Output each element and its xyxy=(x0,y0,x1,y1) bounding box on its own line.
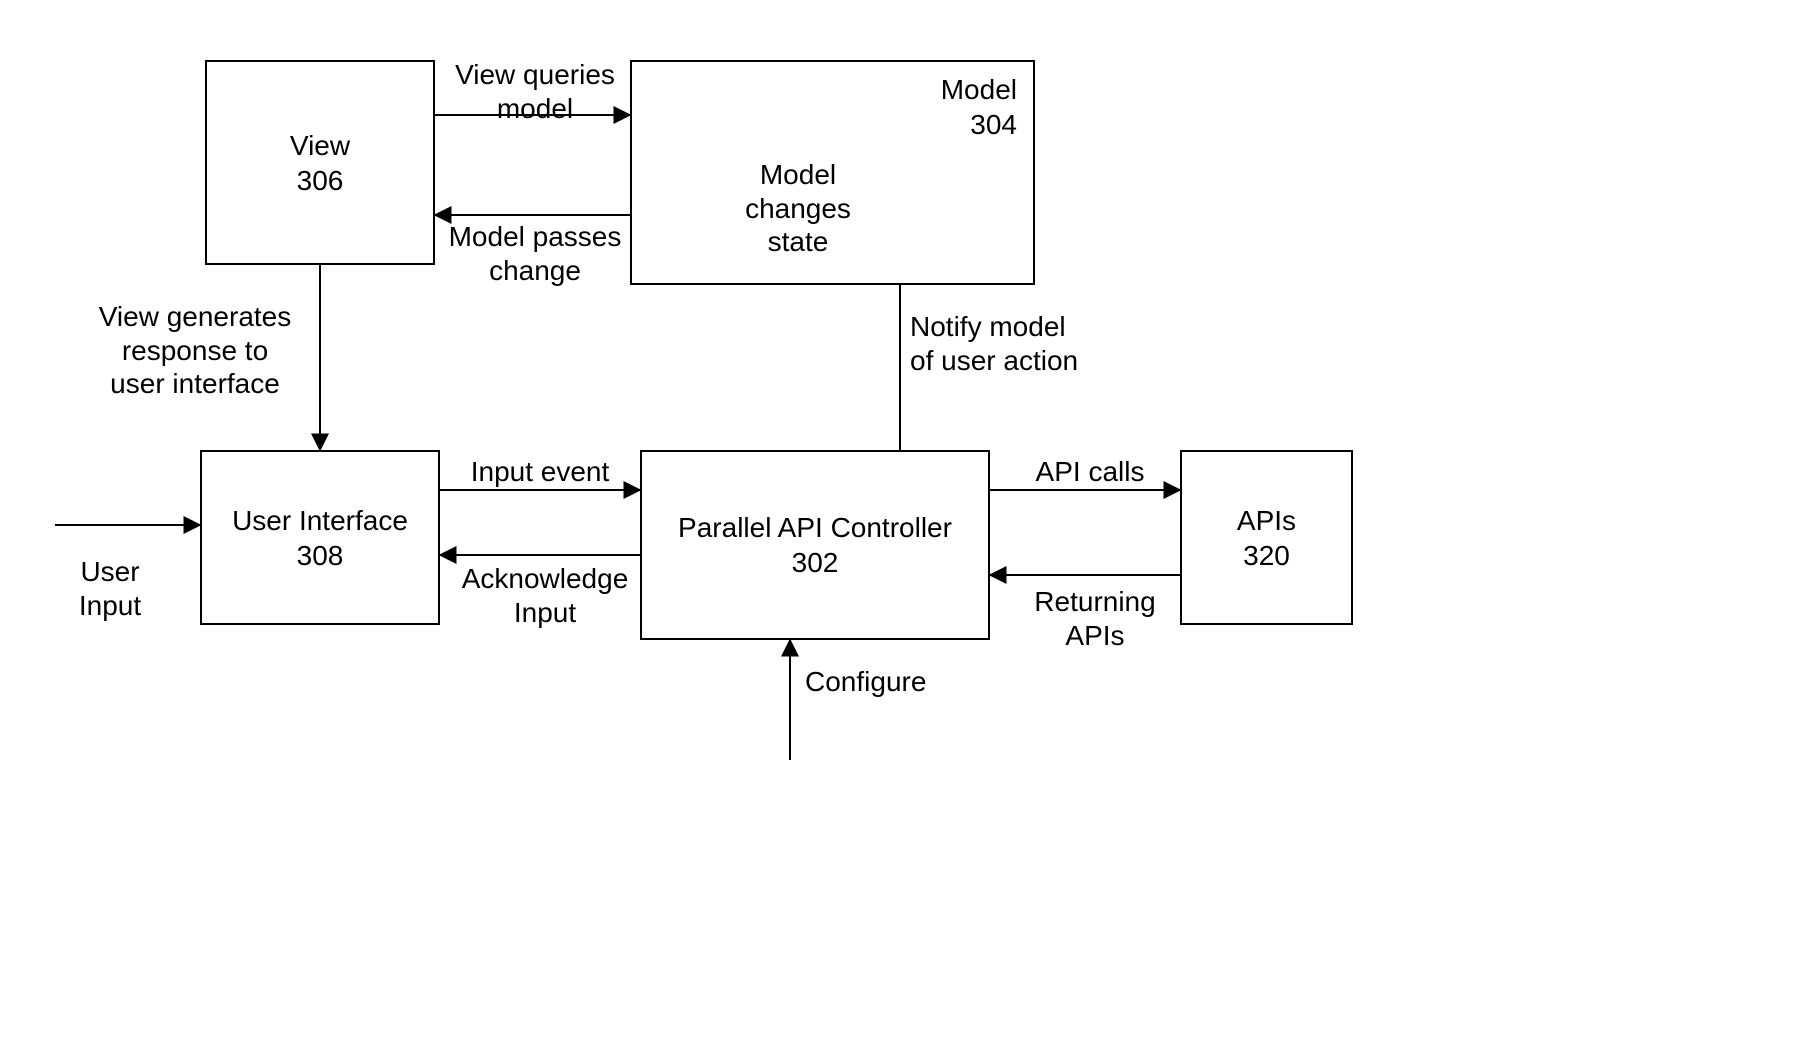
box-controller-title: Parallel API Controller xyxy=(678,510,952,545)
label-ack-input: Acknowledge Input xyxy=(450,562,640,629)
diagram-stage: View 306 Model 304 User Interface 308 Pa… xyxy=(0,0,1819,1043)
box-ui-num: 308 xyxy=(297,538,344,573)
label-configure: Configure xyxy=(805,665,965,699)
label-api-calls: API calls xyxy=(1010,455,1170,489)
box-apis: APIs 320 xyxy=(1180,450,1353,625)
label-notify-model: Notify model of user action xyxy=(910,310,1130,377)
label-input-event: Input event xyxy=(455,455,625,489)
label-returning-apis: Returning APIs xyxy=(1015,585,1175,652)
label-model-changes-state: Model changes state xyxy=(728,158,868,259)
label-model-passes-change: Model passes change xyxy=(440,220,630,287)
box-view-title: View xyxy=(290,128,350,163)
box-view-num: 306 xyxy=(297,163,344,198)
box-controller: Parallel API Controller 302 xyxy=(640,450,990,640)
box-apis-title: APIs xyxy=(1237,503,1296,538)
box-model-title: Model xyxy=(941,72,1017,107)
box-ui-title: User Interface xyxy=(232,503,408,538)
label-view-queries-model: View queries model xyxy=(445,58,625,125)
box-apis-num: 320 xyxy=(1243,538,1290,573)
box-model-num: 304 xyxy=(970,107,1017,142)
box-controller-num: 302 xyxy=(792,545,839,580)
box-view: View 306 xyxy=(205,60,435,265)
label-user-input: User Input xyxy=(60,555,160,622)
box-ui: User Interface 308 xyxy=(200,450,440,625)
label-view-generates: View generates response to user interfac… xyxy=(80,300,310,401)
